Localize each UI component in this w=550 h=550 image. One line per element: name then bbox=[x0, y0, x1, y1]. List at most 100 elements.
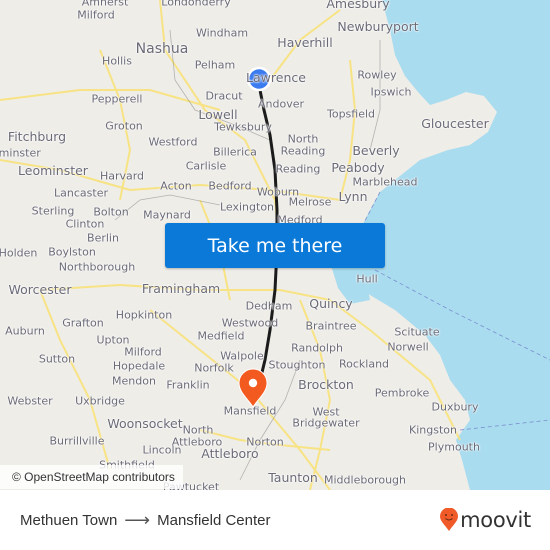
place-label: Hopedale bbox=[112, 359, 166, 373]
place-label: Attleboro bbox=[201, 445, 259, 461]
place-label: Lynn bbox=[338, 188, 368, 204]
place-label: Maynard bbox=[143, 208, 191, 222]
place-label: Lexington bbox=[219, 200, 275, 214]
place-label: Norfolk bbox=[194, 361, 234, 375]
place-label: Holden bbox=[0, 246, 38, 260]
place-label: Reading bbox=[275, 162, 321, 176]
place-label: Duxbury bbox=[431, 400, 479, 414]
place-label: Haverhill bbox=[277, 34, 333, 50]
place-label: Gloucester bbox=[421, 115, 489, 131]
place-label: Windham bbox=[195, 26, 249, 40]
place-label: Grafton bbox=[62, 316, 104, 330]
place-label: Quincy bbox=[309, 295, 353, 311]
place-label: Westford bbox=[148, 135, 198, 149]
place-label: Harvard bbox=[99, 169, 145, 183]
place-label: Dedham bbox=[245, 299, 293, 313]
moovit-logo[interactable]: moovit bbox=[439, 490, 531, 550]
place-label: Burrillville bbox=[49, 434, 105, 448]
place-label: Brockton bbox=[298, 376, 354, 392]
place-label: Plymouth bbox=[428, 440, 480, 454]
place-label: Milford bbox=[77, 8, 115, 22]
map-attribution[interactable]: © OpenStreetMap contributors bbox=[0, 465, 183, 489]
place-label: Middleborough bbox=[324, 473, 406, 487]
place-label: Woonsocket bbox=[107, 415, 183, 431]
place-label: Boylston bbox=[48, 245, 96, 259]
place-label: Hull bbox=[356, 272, 378, 286]
arrow-right-icon: ⟶ bbox=[124, 509, 151, 530]
place-label: Norwell bbox=[387, 340, 429, 354]
place-label: Uxbridge bbox=[75, 394, 125, 408]
place-label: Hopkinton bbox=[115, 308, 173, 322]
place-label: Sterling bbox=[31, 204, 75, 218]
place-label: Clinton bbox=[65, 217, 105, 231]
place-label: Stoughton bbox=[268, 358, 326, 372]
place-label: Lawrence bbox=[246, 69, 306, 85]
place-label: Marblehead bbox=[352, 175, 418, 189]
place-label: Andover bbox=[257, 97, 305, 111]
place-label: Walpole bbox=[220, 349, 264, 363]
moovit-pin-icon bbox=[440, 508, 459, 531]
place-label: Randolph bbox=[291, 341, 343, 355]
place-label: Kingston bbox=[409, 423, 457, 437]
place-label: Framingham bbox=[141, 280, 221, 296]
place-label: Melrose bbox=[288, 195, 332, 209]
place-label: Billerica bbox=[213, 145, 257, 159]
take-me-there-label: Take me there bbox=[207, 234, 343, 257]
place-label: Mendon bbox=[112, 374, 156, 388]
place-label: Pelham bbox=[194, 58, 236, 72]
place-label: Groton bbox=[105, 119, 143, 133]
place-label: Londonderry bbox=[161, 0, 231, 9]
place-label: Peabody bbox=[331, 159, 385, 175]
place-label: Milford bbox=[124, 345, 162, 359]
place-label: Worcester bbox=[8, 281, 72, 297]
place-label: Newburyport bbox=[337, 18, 419, 34]
place-label: Franklin bbox=[166, 378, 210, 392]
place-label: Northborough bbox=[58, 260, 136, 274]
route-summary: Methuen Town ⟶ Mansfield Center bbox=[20, 490, 271, 550]
place-label: Medfield bbox=[197, 329, 245, 343]
place-label: Fitchburg bbox=[7, 128, 67, 144]
place-label: Carlisle bbox=[185, 159, 227, 173]
place-label: Rowley bbox=[357, 68, 397, 82]
map-view[interactable]: Amherst Londonderry Amesbury Milford Newbury… bbox=[0, 0, 550, 490]
place-label: Pembroke bbox=[374, 386, 430, 400]
place-label: Dracut bbox=[205, 89, 243, 103]
take-me-there-button[interactable]: Take me there bbox=[165, 223, 385, 268]
place-label: Ipswich bbox=[370, 85, 412, 99]
place-label: Bridgewater bbox=[292, 416, 360, 430]
destination-marker bbox=[238, 368, 268, 408]
place-label: Westwood bbox=[221, 316, 279, 330]
place-label: Leominster bbox=[0, 146, 41, 160]
place-label: Bedford bbox=[208, 179, 252, 193]
place-label: Rockland bbox=[338, 357, 390, 371]
place-label: Auburn bbox=[5, 324, 45, 338]
place-label: Lincoln bbox=[142, 443, 182, 457]
footer-bar: Methuen Town ⟶ Mansfield Center moovit bbox=[0, 490, 550, 550]
attribution-text: © OpenStreetMap contributors bbox=[12, 470, 175, 484]
place-label: Reading bbox=[280, 144, 326, 158]
place-label: Braintree bbox=[305, 319, 357, 333]
place-label: Upton bbox=[96, 333, 130, 347]
place-label: Webster bbox=[7, 394, 53, 408]
place-label: Lancaster bbox=[54, 186, 108, 200]
place-label: Berlin bbox=[87, 231, 119, 245]
moovit-wordmark: moovit bbox=[460, 508, 531, 532]
place-label: Mansfield bbox=[223, 404, 277, 418]
place-label: Hollis bbox=[102, 54, 132, 68]
place-label: Scituate bbox=[394, 325, 440, 339]
place-label: Taunton bbox=[268, 469, 318, 485]
place-label: Beverly bbox=[352, 142, 400, 158]
place-label: North bbox=[287, 132, 319, 146]
place-label: Lowell bbox=[198, 106, 238, 122]
place-label: Topsfield bbox=[326, 107, 376, 121]
place-label: Acton bbox=[160, 179, 192, 193]
destination-name: Mansfield Center bbox=[157, 511, 271, 529]
place-label: Nashua bbox=[135, 41, 189, 57]
place-label: Bolton bbox=[93, 205, 129, 219]
origin-name: Methuen Town bbox=[20, 511, 118, 529]
place-label: Pepperell bbox=[91, 92, 143, 106]
place-label: Amesbury bbox=[326, 0, 390, 11]
place-label: North bbox=[182, 423, 214, 437]
place-label: Sutton bbox=[38, 352, 76, 366]
place-label: Amherst bbox=[81, 0, 129, 9]
